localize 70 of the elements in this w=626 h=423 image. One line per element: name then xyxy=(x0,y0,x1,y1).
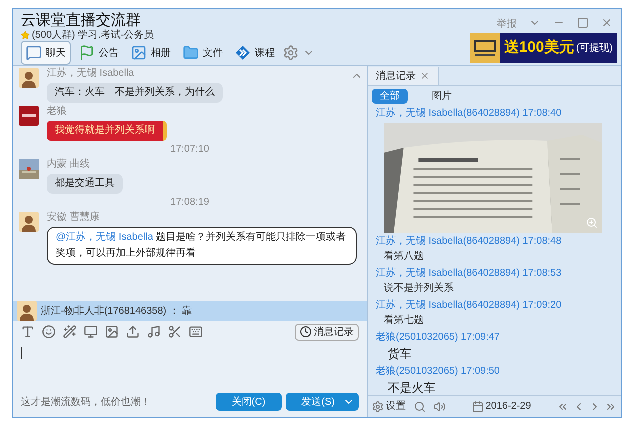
search-icon[interactable] xyxy=(414,400,426,412)
close-button[interactable]: 关闭(C) xyxy=(216,393,282,411)
font-icon[interactable] xyxy=(21,325,35,339)
tab[interactable]: 文件 xyxy=(179,41,227,65)
ad-note: (可提现) xyxy=(576,42,613,56)
scissors-icon[interactable] xyxy=(168,325,182,339)
wand-icon[interactable] xyxy=(63,325,77,339)
sender-name: 老狼 xyxy=(47,106,68,118)
tab[interactable]: 聊天 xyxy=(21,41,71,65)
record-header: 老狼(2501032065) 17:09:50 xyxy=(376,365,501,379)
maximize-icon[interactable] xyxy=(577,17,589,29)
tab[interactable]: 课程 xyxy=(231,41,279,65)
screen-icon[interactable] xyxy=(84,325,98,339)
message-bubble: 汽车：火车 不是并列关系，为什么 xyxy=(47,83,223,103)
history-button[interactable]: 消息记录 xyxy=(295,324,359,340)
sender-name: 安徽 曹慧康 xyxy=(47,212,101,224)
close-icon[interactable] xyxy=(420,71,430,81)
picture-icon xyxy=(131,45,147,61)
send-button[interactable]: 发送(S) xyxy=(286,393,359,411)
avatar-icon xyxy=(19,68,39,88)
settings-icon[interactable] xyxy=(372,400,384,412)
settings-link[interactable]: 设置 xyxy=(386,399,406,414)
date-text: 2016-2-29 xyxy=(486,400,532,414)
notice-text: 浙江-物非人非(1768146358) ： 靠 xyxy=(41,304,192,318)
folder-icon xyxy=(183,45,199,61)
avatar-icon xyxy=(17,301,37,321)
filter-tab[interactable]: 全部 xyxy=(372,89,408,104)
sender-name: 江苏，无锡 Isabella xyxy=(47,68,136,80)
close-icon[interactable] xyxy=(601,17,613,29)
tab[interactable]: 相册 xyxy=(127,41,175,65)
record-header: 江苏，无锡 Isabella(864028894) 17:08:53 xyxy=(376,267,563,281)
chat-icon xyxy=(26,45,42,61)
avatar-icon xyxy=(19,212,39,232)
sender-name: 内蒙 曲线 xyxy=(47,159,91,171)
history-tab[interactable]: 消息记录 xyxy=(368,67,439,85)
message-bubble: 我觉得就是并列关系啊 xyxy=(47,121,167,141)
flag-icon xyxy=(79,45,95,61)
record-text: 不是火车 xyxy=(387,380,437,397)
record-header: 江苏，无锡 Isabella(864028894) 17:09:20 xyxy=(376,299,563,313)
record-header: 老狼(2501032065) 17:09:47 xyxy=(376,331,501,345)
record-header: 江苏，无锡 Isabella(864028894) 17:08:48 xyxy=(376,235,563,249)
record-text: 看第七题 xyxy=(383,314,425,328)
star-icon xyxy=(21,30,30,40)
diamond-icon xyxy=(235,45,251,61)
avatar-icon xyxy=(19,106,39,126)
ad-link[interactable]: 这才是潮流数码，低价也潮！ xyxy=(21,394,151,410)
tab[interactable]: 公告 xyxy=(75,41,123,65)
clock-icon xyxy=(300,326,312,338)
record-text: 说不是并列关系 xyxy=(383,282,455,296)
settings-icon[interactable] xyxy=(283,45,299,61)
timestamp: 17:08:19 xyxy=(170,197,210,209)
group-subtitle: (500人群) 学习.考试-公务员 xyxy=(32,28,154,42)
ad-headline: 送100美元 xyxy=(504,38,574,58)
emoji-icon[interactable] xyxy=(42,325,56,339)
image-icon[interactable] xyxy=(105,325,119,339)
message-bubble: 都是交通工具 xyxy=(47,174,123,194)
calendar-icon[interactable] xyxy=(472,400,484,412)
logo-icon xyxy=(470,33,500,63)
filter-tab[interactable]: 图片 xyxy=(424,89,460,104)
timestamp: 17:07:10 xyxy=(170,144,210,156)
upload-icon[interactable] xyxy=(126,325,140,339)
message-bubble: @江苏，无锡 Isabella 题目是啥？并列关系有可能只排除一项或者奖项，可以再加上外部规律再看 xyxy=(47,227,357,265)
speaker-icon[interactable] xyxy=(434,400,446,412)
music-icon[interactable] xyxy=(147,325,161,339)
mention-link[interactable]: @江苏，无锡 Isabella xyxy=(56,232,156,243)
record-text: 货车 xyxy=(387,346,413,363)
record-text: 看第八题 xyxy=(383,250,425,264)
keyboard-icon[interactable] xyxy=(189,325,203,339)
window-title: 云课堂直播交流群 xyxy=(21,13,142,29)
record-header: 江苏，无锡 Isabella(864028894) 17:08:40 xyxy=(376,107,563,121)
